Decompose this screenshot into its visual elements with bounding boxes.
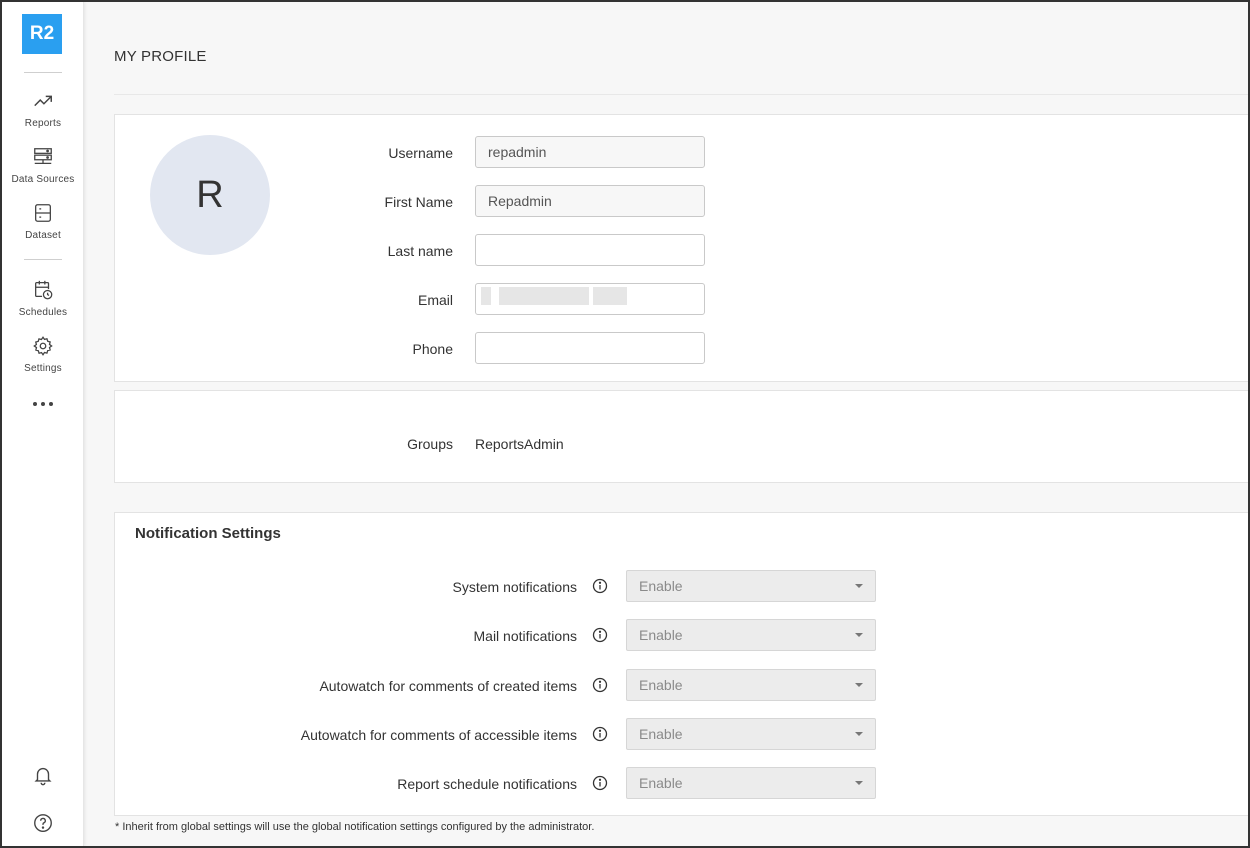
sidebar-item-settings[interactable]: Settings [2,335,84,387]
info-icon[interactable] [592,726,608,742]
notification-label: Autowatch for comments of created items [319,678,577,694]
select-value: Enable [639,677,683,693]
first-name-field[interactable] [475,185,705,217]
profile-card: R Username First Name Last name Email Ph… [114,114,1248,382]
select-value: Enable [639,726,683,742]
notification-label: Mail notifications [473,628,578,644]
phone-field[interactable] [475,332,705,364]
sidebar-divider [24,72,62,73]
notification-settings-title: Notification Settings [135,525,281,542]
first-name-label: First Name [384,194,453,210]
autowatch-created-select[interactable]: Enable [626,669,876,701]
sidebar-item-dataset[interactable]: Dataset [2,202,84,254]
help-icon[interactable] [32,812,54,834]
sidebar-item-label: Schedules [18,307,68,318]
trend-chart-icon [34,95,52,107]
select-value: Enable [639,627,683,643]
chevron-down-icon [855,683,863,687]
email-field[interactable] [475,283,705,315]
report-schedule-select[interactable]: Enable [626,767,876,799]
username-field[interactable] [475,136,705,168]
sidebar-divider [24,259,62,260]
server-stack-icon [34,148,52,165]
info-icon[interactable] [592,578,608,594]
notification-label: Report schedule notifications [397,776,577,792]
notification-settings-card: Notification Settings System notificatio… [114,512,1248,816]
groups-value: ReportsAdmin [475,436,564,452]
chevron-down-icon [855,781,863,785]
info-icon[interactable] [592,627,608,643]
groups-card: Groups ReportsAdmin [114,390,1248,483]
groups-label: Groups [407,436,453,452]
username-label: Username [388,145,453,161]
more-dots-icon[interactable] [2,394,84,414]
dataset-table-icon [35,204,51,222]
info-icon[interactable] [592,677,608,693]
mail-notifications-select[interactable]: Enable [626,619,876,651]
chevron-down-icon [855,633,863,637]
sidebar-item-label: Settings [24,363,62,374]
notification-label: Autowatch for comments of accessible ite… [300,727,577,743]
select-value: Enable [639,578,683,594]
avatar: R [150,135,270,255]
sidebar-item-label: Dataset [25,230,61,241]
phone-label: Phone [412,341,453,357]
calendar-clock-icon [35,280,53,300]
app-window: R2 Reports Data Sources Dataset Schedule… [0,0,1250,848]
sidebar-item-data-sources[interactable]: Data Sources [2,146,84,198]
chevron-down-icon [855,584,863,588]
notification-label: System notifications [452,579,578,595]
select-value: Enable [639,775,683,791]
title-divider [114,94,1248,95]
email-label: Email [417,292,453,308]
app-logo[interactable]: R2 [22,14,62,54]
last-name-label: Last name [387,243,453,259]
page-title: MY PROFILE [114,48,207,65]
chevron-down-icon [855,732,863,736]
info-icon[interactable] [592,775,608,791]
sidebar-item-label: Data Sources [11,174,75,185]
sidebar-item-reports[interactable]: Reports [2,90,84,142]
autowatch-accessible-select[interactable]: Enable [626,718,876,750]
system-notifications-select[interactable]: Enable [626,570,876,602]
notification-footnote: * Inherit from global settings will use … [115,821,595,833]
gear-icon [33,336,53,356]
last-name-field[interactable] [475,234,705,266]
bell-icon[interactable] [32,764,54,786]
sidebar-item-label: Reports [24,118,62,129]
sidebar-item-schedules[interactable]: Schedules [2,279,84,331]
sidebar: R2 Reports Data Sources Dataset Schedule… [2,2,84,846]
